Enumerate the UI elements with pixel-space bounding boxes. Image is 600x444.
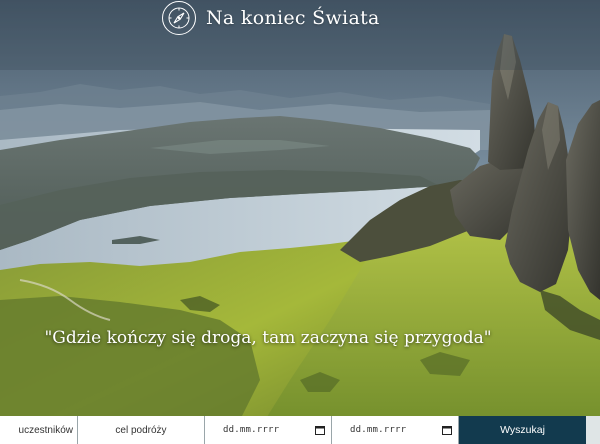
compass-icon: [162, 1, 196, 35]
hero-tagline: "Gdzie kończy się droga, tam zaczyna się…: [44, 328, 492, 348]
trip-search-bar: uczestników cel podróży dd.mm.rrrr dd.mm…: [0, 416, 600, 444]
date-to-placeholder: dd.mm.rrrr: [350, 425, 407, 435]
site-title: Na koniec Świata: [206, 7, 380, 29]
hero-section: Na koniec Świata "Gdzie kończy się droga…: [0, 0, 600, 444]
calendar-icon[interactable]: [442, 425, 452, 435]
brand[interactable]: Na koniec Świata: [162, 0, 380, 36]
search-bar-spacer: [586, 416, 600, 444]
search-button[interactable]: Wyszukaj: [459, 416, 586, 444]
participants-placeholder: uczestników: [18, 424, 73, 436]
calendar-icon[interactable]: [315, 425, 325, 435]
participants-input[interactable]: uczestników: [0, 416, 78, 444]
destination-input[interactable]: cel podróży: [78, 416, 205, 444]
destination-placeholder: cel podróży: [115, 424, 167, 436]
date-to-input[interactable]: dd.mm.rrrr: [332, 416, 459, 444]
date-from-placeholder: dd.mm.rrrr: [223, 425, 280, 435]
hero-background-image: [0, 0, 600, 444]
date-from-input[interactable]: dd.mm.rrrr: [205, 416, 332, 444]
